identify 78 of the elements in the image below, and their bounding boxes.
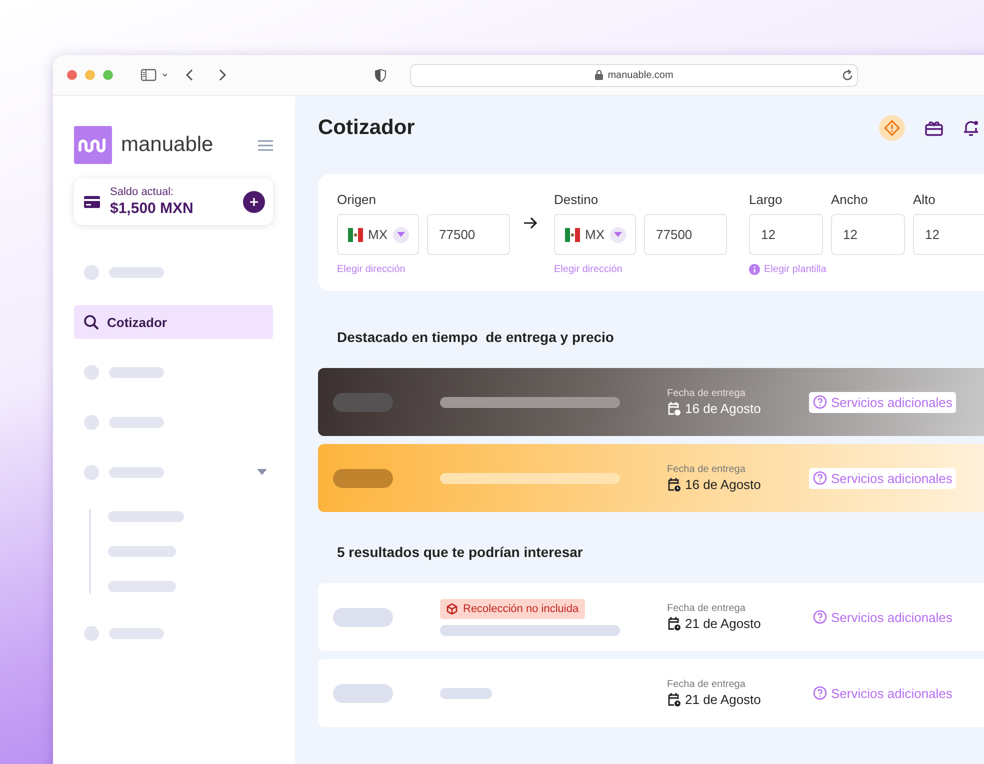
- placeholder-pill: [333, 392, 393, 412]
- postal-code-field[interactable]: 77500: [644, 214, 727, 255]
- flag-icon: [348, 228, 363, 242]
- calendar-clock-icon: [667, 616, 681, 631]
- shield-icon[interactable]: [375, 68, 386, 82]
- help-icon: [813, 395, 827, 409]
- close-button[interactable]: [67, 70, 77, 80]
- back-icon[interactable]: [185, 69, 193, 81]
- nav-item[interactable]: Cotizador: [74, 305, 273, 339]
- placeholder-bar: [109, 628, 164, 638]
- dimension-field[interactable]: 12: [831, 214, 905, 255]
- caret-icon[interactable]: [257, 469, 267, 475]
- flag-icon: [565, 228, 580, 242]
- delivery-label: Fecha de entrega: [667, 603, 746, 614]
- placeholder-bar: [108, 546, 176, 557]
- credit-card-icon: [84, 196, 100, 208]
- placeholder-bar: [109, 266, 164, 278]
- plus-icon: [250, 198, 258, 206]
- placeholder-bar: [109, 416, 164, 428]
- placeholder-pill: [333, 468, 393, 488]
- placeholder-pill: [333, 608, 393, 626]
- reload-icon[interactable]: [842, 68, 853, 80]
- section-heading: 5 resultados que te podrían interesar: [337, 544, 584, 560]
- lock-icon: [594, 70, 603, 80]
- forward-icon[interactable]: [219, 69, 227, 81]
- warning-tag: Recolección no incluida: [440, 598, 585, 618]
- calendar-clock-icon: [667, 692, 681, 707]
- delivery-label: Fecha de entrega: [667, 388, 746, 399]
- placeholder-dot: [84, 264, 99, 280]
- address-bar[interactable]: manuable.com: [410, 64, 858, 86]
- calendar-clock-icon: [667, 477, 681, 492]
- menu-icon[interactable]: [258, 140, 273, 150]
- placeholder-bar: [109, 466, 164, 478]
- dimension-field[interactable]: 12: [749, 214, 823, 255]
- calendar-clock-icon: [667, 401, 681, 416]
- delivery-label: Fecha de entrega: [667, 679, 746, 690]
- help-icon: [813, 471, 827, 485]
- postal-code-field[interactable]: 77500: [427, 214, 510, 255]
- placeholder-bar: [109, 366, 164, 378]
- page-title: Cotizador: [318, 116, 416, 140]
- country-select[interactable]: MX: [554, 214, 636, 255]
- placeholder-dot: [84, 626, 99, 640]
- field-label: Largo: [749, 192, 784, 207]
- placeholder-bar: [440, 688, 492, 698]
- caret-icon: [614, 232, 622, 237]
- dimension-field[interactable]: 12: [913, 214, 984, 255]
- sidebar-icon[interactable]: [141, 69, 167, 81]
- field-label: Alto: [913, 192, 936, 207]
- help-icon: [813, 686, 827, 700]
- delivery-label: Fecha de entrega: [667, 464, 746, 475]
- arrow-icon: [524, 217, 538, 229]
- logo-text: manuable: [121, 133, 214, 157]
- balance-amount: $1,500 MXN: [110, 200, 194, 217]
- bell-icon[interactable]: [963, 119, 979, 137]
- delivery-date: 16 de Agosto: [667, 477, 809, 492]
- placeholder-dot: [84, 364, 99, 380]
- balance-label: Saldo actual:: [110, 186, 175, 198]
- delivery-date: 21 de Agosto: [667, 616, 809, 631]
- placeholder-dot: [84, 464, 99, 480]
- section-heading: Destacado en tiempo de entrega y precio: [337, 329, 615, 345]
- warning-icon[interactable]: [879, 115, 905, 141]
- delivery-date: 21 de Agosto: [667, 692, 809, 707]
- gift-icon[interactable]: [925, 120, 943, 136]
- field-label: Destino: [554, 192, 600, 207]
- info-icon: [749, 264, 760, 275]
- caret-icon: [396, 232, 404, 237]
- placeholder-dot: [84, 414, 99, 430]
- box-icon: [446, 602, 458, 614]
- field-label: Origen: [337, 192, 378, 207]
- country-select[interactable]: MX: [337, 214, 419, 255]
- placeholder-pill: [333, 684, 393, 702]
- logo-icon: [74, 126, 112, 164]
- field-label: Ancho: [831, 192, 869, 207]
- search-icon: [84, 314, 99, 330]
- placeholder-bar: [108, 581, 176, 592]
- help-icon: [813, 610, 827, 624]
- add-funds-button[interactable]: [243, 190, 265, 212]
- delivery-date: 16 de Agosto: [667, 401, 809, 416]
